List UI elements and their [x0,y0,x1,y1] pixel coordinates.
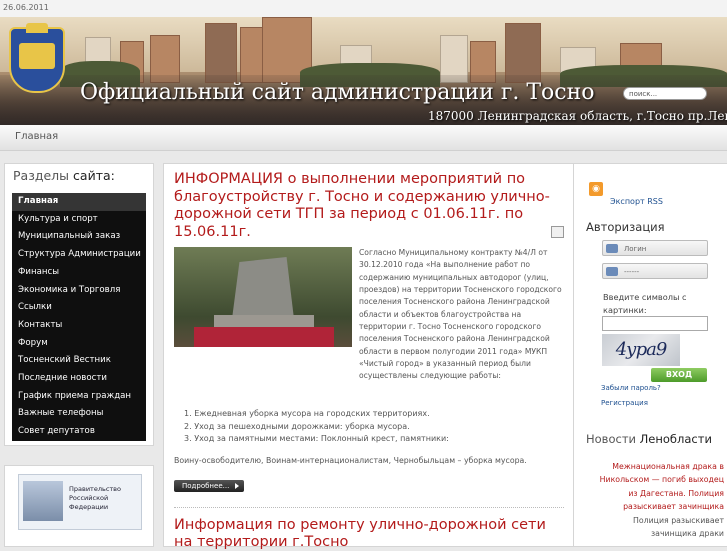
password-field[interactable]: ------ [602,263,708,279]
article-footer: Воину-освободителю, Воинам-интернационал… [174,456,527,465]
captcha-image: 4ура9 [602,334,680,366]
work-list-item: 3. Уход за памятными местами: Поклонный … [184,433,449,446]
breadcrumb-home-link[interactable]: Главная [15,131,58,142]
sidebar-menu-item[interactable]: Тосненский Вестник [12,352,146,370]
article-divider [174,507,564,508]
site-header: Официальный сайт администрации г. Тосно … [0,17,727,125]
work-list-number: 2. [184,421,195,431]
login-button[interactable]: ВХОД [651,368,707,382]
work-list-text: Ежедневная уборка мусора на городских те… [194,409,430,418]
auth-title: Авторизация [586,220,665,234]
rss-export-link[interactable]: Экспорт RSS [610,197,663,206]
forgot-password-link[interactable]: Забыли пароль? [601,384,661,392]
sidebar-menu-item[interactable]: График приема граждан [12,388,146,406]
login-placeholder: Логин [624,245,647,253]
news-item[interactable]: Межнациональная драка в Никольском — пог… [594,460,724,540]
work-list-number: 3. [184,434,195,443]
flower-bed [194,327,334,347]
sidebar-menu-item[interactable]: Ссылки [12,299,146,317]
read-more-button[interactable]: Подробнее... [174,480,244,492]
sidebar-title: Разделы сайта: [13,168,115,183]
news-link-secondary[interactable]: Полиция разыскивает зачинщика драки [633,516,724,538]
right-sidebar: ◉ Экспорт RSS Авторизация Логин ------ В… [573,163,727,547]
sidebar-menu-item[interactable]: Культура и спорт [12,211,146,229]
login-field[interactable]: Логин [602,240,708,256]
news-title-dark: Ленобласти [639,432,712,446]
print-icon[interactable] [551,226,564,238]
sidebar-title-light: Разделы [13,168,70,183]
sidebar-menu-item[interactable]: Форум [12,335,146,353]
sidebar-menu-item[interactable]: Последние новости [12,370,146,388]
sidebar-menu-item[interactable]: Муниципальный заказ [12,228,146,246]
work-list-text: Уход за пешеходными дорожками: уборка му… [194,421,410,431]
banner-text: Правительство Российской Федерации [69,485,121,511]
breadcrumb: Главная [0,125,727,151]
sidebar-menu-item[interactable]: Контакты [12,317,146,335]
read-more-label: Подробнее... [182,482,230,490]
government-banner[interactable]: Правительство Российской Федерации [18,474,142,530]
sidebar-menu: Главная Культура и спорт Муниципальный зак… [12,193,146,441]
work-list-number: 1. [184,409,195,418]
sidebar-menu-item[interactable]: Экономика и Торговля [12,282,146,300]
work-list-item: 1. Ежедневная уборка мусора на городских… [184,408,449,421]
header-building [205,23,237,83]
register-link[interactable]: Регистрация [601,399,648,407]
rss-icon[interactable]: ◉ [589,182,603,196]
regional-news-title: Новости Ленобласти [586,432,712,446]
header-building [505,23,541,83]
news-title-light: Новости [586,432,636,446]
article-photo [174,247,352,347]
current-date: 26.06.2011 [3,3,49,12]
captcha-label: Введите символы с картинки: [603,292,687,315]
city-coat-of-arms [9,23,65,93]
article-title[interactable]: ИНФОРМАЦИЯ о выполнении мероприятий по б… [174,171,566,241]
key-icon [606,267,618,276]
user-icon [606,244,618,253]
arrow-right-icon [235,483,239,489]
sidebar-menu-item[interactable]: Финансы [12,264,146,282]
site-address: 187000 Ленинградская область, г.Тосно пр… [428,109,727,123]
sidebar-menu-item[interactable]: Важные телефоны [12,405,146,423]
work-list-text: Уход за памятными местами: Поклонный кре… [194,434,449,443]
article-body: Согласно Муниципальному контракту №4/Л о… [359,248,562,381]
work-list-item: 2. Уход за пешеходными дорожками: уборка… [184,421,449,434]
article2-title[interactable]: Информация по ремонту улично-дорожной се… [174,517,566,551]
sidebar-title-dark: сайта: [73,168,115,183]
work-list: 1. Ежедневная уборка мусора на городских… [184,408,449,446]
news-link[interactable]: Межнациональная драка в Никольском — пог… [600,462,724,511]
sidebar-menu-item[interactable]: Структура Администрации [12,246,146,264]
captcha-input[interactable] [602,316,708,331]
banner-box: Правительство Российской Федерации [4,465,154,547]
main-content: ИНФОРМАЦИЯ о выполнении мероприятий по б… [163,163,574,550]
memorial-stone [232,257,294,319]
sidebar: Разделы сайта: Главная Культура и спорт Му… [4,163,154,446]
date-bar: 26.06.2011 [0,0,727,17]
search-input[interactable]: поиск... [623,87,707,100]
site-title: Официальный сайт администрации г. Тосно [80,80,595,105]
password-placeholder: ------ [624,268,640,276]
sidebar-menu-item[interactable]: Совет депутатов [12,423,146,441]
sidebar-menu-item[interactable]: Главная [12,193,146,211]
government-building-image [23,481,63,521]
